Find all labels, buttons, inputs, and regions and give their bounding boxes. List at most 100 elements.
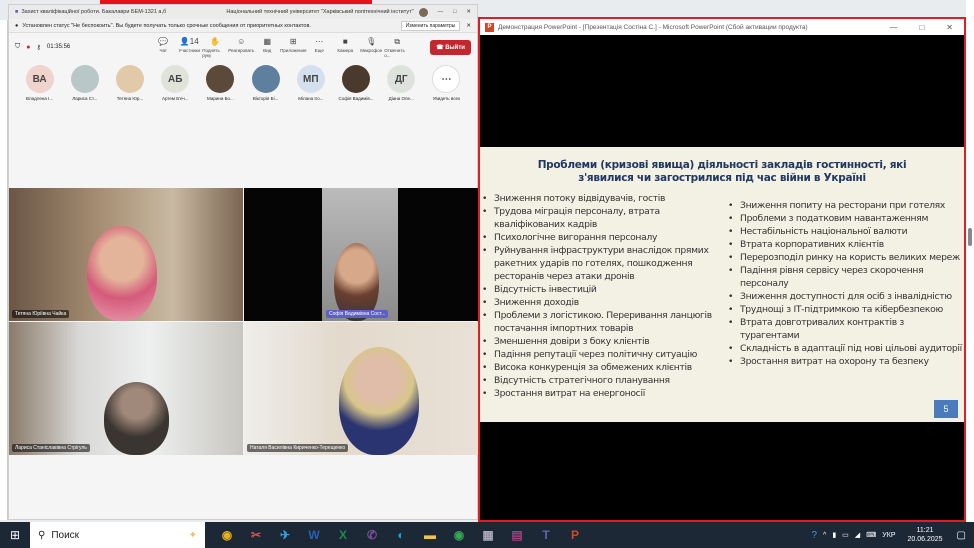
shield-icon: ⛉ [15,43,21,50]
teams-window: ■ Захист кваліфікаційної роботи. Бакалав… [8,4,479,520]
window-title: Демонстрация PowerPoint - [Презентація С… [498,23,808,31]
meeting-timer: 01:35:56 [46,44,71,50]
right-bullet-list: Зниження попиту на ресторани при готелях… [728,199,964,368]
meeting-toolbar: ⛉ ● ⚷ 01:35:56 💬 Чат 👤14 Участники ✋ Поднять … [9,33,477,61]
usb-icon[interactable]: ▮ [832,531,836,539]
avatar: МП [296,65,325,93]
participant[interactable]: Марина Бо... [198,65,243,101]
help-icon[interactable]: ? [811,530,817,541]
participant[interactable]: Софія Вадимів... [333,65,378,101]
participant[interactable]: Тетяна Юр... [107,65,152,101]
minimize-button[interactable]: — [889,23,897,32]
participants-row: ВА Владлена І... Лариса Ст... Тетяна Юр... А… [9,61,477,105]
bullet-item: Проблеми з логістикою. Переривання ланцю… [482,309,722,335]
background-window [0,20,8,520]
toolbar-people-button[interactable]: 👤14 Участники [176,37,202,58]
more-icon: ⋯ [315,36,324,46]
toolbar-share-button[interactable]: ⧉ Отменить о... [384,37,410,58]
taskbar-viber[interactable]: ✆ [359,522,385,548]
bullet-item: Зростання витрат на енергоносії [482,387,722,400]
taskbar-explorer[interactable]: ▬ [417,522,443,548]
start-button[interactable]: ⊞ [10,528,20,542]
toolbar-emoji-button[interactable]: ☺ Реагировать [228,37,254,58]
minimize-button[interactable]: — [438,9,444,15]
toolbar-grid-button[interactable]: ▦ Вид [254,37,280,58]
bullet-item: Зростання витрат на охорону та безпеку [728,355,964,368]
slide-number: 5 [934,400,958,418]
bullet-item: Психологічне вигорання персоналу [482,231,722,244]
participant[interactable]: МП Мілана Іго... [288,65,333,101]
taskbar-chrome[interactable]: ◉ [214,522,240,548]
taskbar-teams[interactable]: T [533,522,559,548]
leave-button[interactable]: ☎ Выйти [430,39,471,55]
taskbar-edge[interactable]: ◐ [388,522,414,548]
bullet-item: Руйнування інфраструктури внаслідок прям… [482,244,722,283]
tool-label: Еще [314,47,324,53]
dnd-notification: ● Установлен статус "Не беспокоить". Вы … [9,19,477,33]
video-tile[interactable]: Лариса Станіславівна Стрігуль [9,322,243,455]
participant[interactable]: Лариса Ст... [62,65,107,101]
taskbar-app[interactable]: ✂ [243,522,269,548]
avatar: АБ [161,65,190,93]
close-notification-icon[interactable]: ✕ [466,23,471,29]
participant-name: Тетяна Юр... [116,96,144,101]
calculator-icon: ▦ [482,528,494,542]
bullet-item: Труднощі з ІТ-підтримкою та кібербезпеко… [728,303,964,316]
taskbar-chrome[interactable]: ◉ [446,522,472,548]
battery-icon[interactable]: ▭ [842,531,849,539]
time: 11:21 [916,527,934,534]
taskbar-word[interactable]: W [301,522,327,548]
bullet-item: Втрата довготривалих контрактів з тураге… [728,316,964,342]
participant[interactable]: ⋯ Увидеть всех [424,65,469,101]
maximize-button[interactable]: □ [919,23,924,32]
toolbar-mic-off-button[interactable]: 🎙 Микрофон [358,37,384,58]
toolbar-apps-button[interactable]: ⊞ Приложения [280,37,306,58]
powerpoint-window: P Демонстрация PowerPoint - [Презентація… [478,17,966,522]
excel-icon: X [338,528,347,542]
tool-label: Камера [337,47,354,53]
taskbar-excel[interactable]: X [330,522,356,548]
toolbar-more-button[interactable]: ⋯ Еще [306,37,332,58]
participant[interactable]: Вікторія Бі... [243,65,288,101]
taskbar-powerpoint[interactable]: P [562,522,588,548]
taskbar-telegram[interactable]: ✈ [272,522,298,548]
notifications-icon[interactable]: ▢ [957,530,966,541]
chevron-up-icon[interactable]: ^ [823,532,826,539]
video-tile[interactable]: Наталя Василівна Кириченко-Терещенко [244,322,479,455]
avatar[interactable] [418,7,428,17]
wifi-icon[interactable]: ◢ [855,531,860,539]
language-indicator[interactable]: УКР [882,532,895,539]
clock[interactable]: 11:21 20.06.2025 [908,526,943,544]
maximize-button[interactable]: □ [453,9,456,15]
bullet-item: Зниження потоку відвідувачів, гостів [482,192,722,205]
explorer-icon: ▬ [424,528,436,542]
sparkle-icon: ✦ [188,529,197,541]
participant[interactable]: АБ Артем Б'еч... [153,65,198,101]
bullet-item: Зниження доступності для осіб з інвалідн… [728,290,964,303]
toolbar-hand-button[interactable]: ✋ Поднять руку [202,37,228,58]
video-tile[interactable]: Тетяна Юріївна Чайка [9,188,243,321]
video-tile[interactable]: Софія Вадимівна Сост... [244,188,479,321]
avatar: ⋯ [432,65,461,93]
participant[interactable]: ВА Владлена І... [17,65,62,101]
participant-name: Вікторія Бі... [252,96,279,101]
taskbar-winrar[interactable]: ▤ [504,522,530,548]
participant-video [87,226,157,321]
people-icon: 👤14 [179,36,199,46]
scrollbar-thumb[interactable] [968,228,972,246]
toolbar-chat-button[interactable]: 💬 Чат [150,37,176,58]
taskbar-calculator[interactable]: ▦ [475,522,501,548]
system-tray: ? ^ ▮ ▭ ◢ ⌨ УКР 11:21 20.06.2025 ▢ [811,526,974,544]
left-bullet-list: Зниження потоку відвідувачів, гостівТруд… [482,192,722,400]
close-button[interactable]: ✕ [466,9,471,15]
keyboard-icon[interactable]: ⌨ [866,531,876,539]
toolbar-camera-button[interactable]: ■ Камера [332,37,358,58]
tool-label: Отменить о... [384,47,405,58]
participant[interactable]: ДГ Діана Оле... [379,65,424,101]
participant-name: Мілана Іго... [298,96,324,101]
taskbar-search[interactable]: ⚲ Поиск ✦ [30,522,205,548]
close-button[interactable]: ✕ [946,23,953,32]
emoji-icon: ☺ [237,36,246,46]
change-settings-button[interactable]: Изменить параметры [400,20,461,31]
avatar [116,65,144,93]
